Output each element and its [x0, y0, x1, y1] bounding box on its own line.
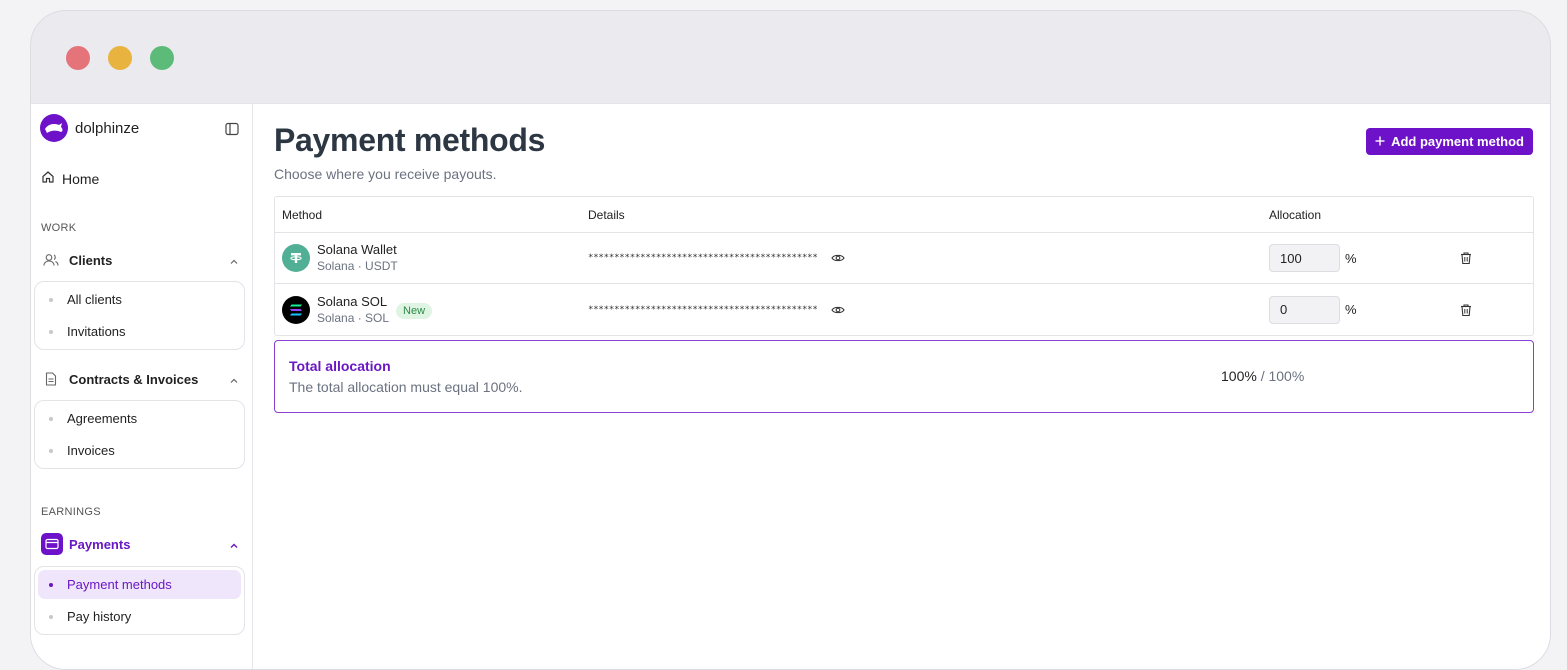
maximize-window-button[interactable]: [150, 46, 174, 70]
bullet-dot: [49, 297, 53, 302]
solana-icon: [282, 295, 310, 324]
method-name: Solana Wallet: [317, 242, 397, 257]
users-icon: [43, 252, 59, 268]
table-row: Solana Wallet Solana · USDT ************…: [275, 233, 1533, 284]
brand[interactable]: dolphinze: [40, 114, 139, 142]
clients-submenu: All clients Invitations: [34, 281, 245, 350]
sidebar-item-agreements[interactable]: Agreements: [38, 404, 241, 433]
tether-icon: [282, 244, 310, 272]
page-subtitle: Choose where you receive payouts.: [274, 166, 497, 182]
payment-methods-table: Method Details Allocation Solana Wallet …: [274, 196, 1534, 336]
document-icon: [43, 371, 59, 387]
sidebar-item-invoices[interactable]: Invoices: [38, 436, 241, 465]
credit-card-icon: [41, 533, 63, 555]
sidebar-item-label: Invitations: [67, 324, 126, 339]
method-cell: Solana SOL Solana · SOL New: [275, 294, 588, 326]
home-icon: [41, 170, 55, 187]
allocation-cell: 100 %: [1269, 244, 1459, 272]
minimize-window-button[interactable]: [108, 46, 132, 70]
sidebar: dolphinze Home WORK Clients All clients …: [31, 104, 253, 669]
plus-icon: [1375, 134, 1385, 149]
sidebar-group-contracts[interactable]: Contracts & Invoices: [43, 371, 239, 387]
method-name: Solana SOL: [317, 293, 388, 309]
eye-icon[interactable]: [830, 303, 845, 317]
sidebar-item-label: Home: [62, 170, 100, 187]
group-label: Payments: [69, 536, 131, 552]
trash-icon[interactable]: [1459, 251, 1473, 265]
section-label-work: WORK: [41, 222, 77, 234]
bullet-dot: [49, 582, 53, 587]
sidebar-item-label: Pay history: [67, 609, 132, 624]
sidebar-item-label: Agreements: [67, 411, 138, 426]
group-label: Clients: [69, 252, 113, 268]
contracts-submenu: Agreements Invoices: [34, 400, 245, 469]
close-window-button[interactable]: [66, 46, 90, 70]
method-text: Solana Wallet Solana · USDT: [317, 242, 398, 274]
total-allocation-value: 100% / 100%: [1221, 368, 1304, 384]
total-allocation-description: The total allocation must equal 100%.: [289, 379, 523, 395]
page-title: Payment methods: [274, 122, 546, 158]
sidebar-group-clients[interactable]: Clients: [43, 252, 239, 268]
total-current: 100%: [1221, 368, 1257, 384]
chevron-up-icon: [229, 255, 239, 265]
total-target: / 100%: [1260, 368, 1305, 384]
method-network: Solana · SOL: [317, 310, 390, 325]
title-bar: [31, 11, 1550, 103]
allocation-cell: 0 %: [1269, 295, 1459, 324]
column-header-method: Method: [282, 207, 323, 222]
button-label: Add payment method: [1391, 134, 1524, 149]
sidebar-item-label: Invoices: [67, 443, 115, 458]
column-header-details: Details: [588, 207, 625, 222]
table-header: Method Details Allocation: [275, 197, 1533, 233]
actions-cell: [1459, 303, 1519, 317]
sidebar-item-label: All clients: [67, 292, 122, 307]
sidebar-item-home[interactable]: Home: [41, 170, 99, 187]
sidebar-item-invitations[interactable]: Invitations: [38, 317, 241, 346]
method-text: Solana SOL Solana · SOL: [317, 294, 389, 326]
total-allocation-panel: Total allocation The total allocation mu…: [274, 340, 1534, 413]
new-badge: New: [396, 302, 433, 319]
app-window: dolphinze Home WORK Clients All clients …: [30, 10, 1551, 670]
percent-unit: %: [1345, 250, 1357, 266]
main-content: Payment methods Choose where you receive…: [253, 104, 1550, 669]
actions-cell: [1459, 251, 1519, 265]
details-cell: ****************************************…: [588, 251, 1269, 265]
bullet-dot: [49, 614, 53, 619]
chevron-up-icon: [229, 539, 239, 549]
sidebar-item-label: Payment methods: [67, 577, 172, 592]
sidebar-toggle-icon[interactable]: [225, 122, 239, 136]
allocation-input[interactable]: 100: [1269, 244, 1340, 272]
group-label: Contracts & Invoices: [69, 371, 199, 387]
method-cell: Solana Wallet Solana · USDT: [275, 242, 588, 274]
eye-icon[interactable]: [830, 251, 845, 265]
masked-address: ****************************************…: [588, 304, 818, 315]
bullet-dot: [49, 416, 53, 421]
total-allocation-title: Total allocation: [289, 358, 391, 374]
method-network: Solana · USDT: [317, 259, 398, 273]
app-body: dolphinze Home WORK Clients All clients …: [31, 103, 1550, 669]
table-row: Solana SOL Solana · SOL New ************…: [275, 284, 1533, 335]
masked-address: ****************************************…: [588, 253, 818, 263]
bullet-dot: [49, 329, 53, 334]
chevron-up-icon: [229, 374, 239, 384]
details-cell: ****************************************…: [588, 303, 1269, 317]
dolphin-logo-icon: [40, 114, 68, 142]
column-header-allocation: Allocation: [1269, 207, 1322, 222]
brand-name: dolphinze: [75, 119, 140, 137]
percent-unit: %: [1345, 302, 1357, 317]
bullet-dot: [49, 448, 53, 453]
sidebar-item-payment-methods[interactable]: Payment methods: [38, 570, 241, 599]
add-payment-method-button[interactable]: Add payment method: [1366, 128, 1533, 155]
sidebar-item-all-clients[interactable]: All clients: [38, 285, 241, 314]
sidebar-group-payments[interactable]: Payments: [41, 533, 239, 555]
allocation-input[interactable]: 0: [1269, 295, 1340, 324]
payments-submenu: Payment methods Pay history: [34, 566, 245, 635]
sidebar-item-pay-history[interactable]: Pay history: [38, 602, 241, 631]
trash-icon[interactable]: [1459, 303, 1473, 317]
section-label-earnings: EARNINGS: [41, 506, 101, 518]
